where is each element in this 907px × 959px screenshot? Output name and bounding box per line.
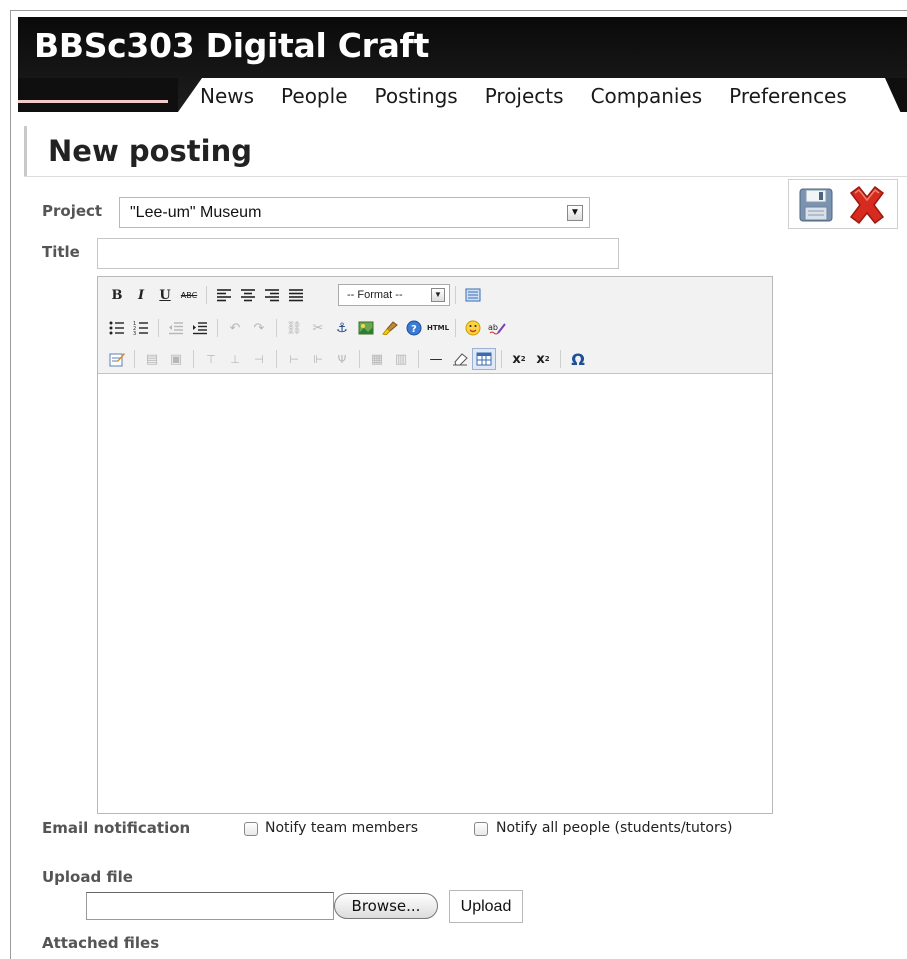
toolbar-separator — [158, 319, 159, 337]
nav-left-cap — [18, 78, 178, 112]
emoticon-icon[interactable] — [461, 317, 485, 339]
project-select-value: "Lee-um" Museum — [130, 204, 262, 221]
help-icon[interactable]: ? — [402, 317, 426, 339]
page-title: New posting — [48, 134, 252, 168]
editor-content-area[interactable] — [98, 374, 772, 813]
upload-file-label: Upload file — [42, 868, 133, 886]
toolbar-row-3: ▤ ▣ ⊤ ⊥ ⊣ ⊢ ⊩ Ψ ▦ ▥ — x2 x2 Ω — [105, 346, 590, 372]
toolbar-separator — [418, 350, 419, 368]
split-cells-icon[interactable]: ▦ — [365, 348, 389, 370]
numbered-list-icon[interactable]: 123 — [129, 317, 153, 339]
unlink-icon[interactable]: ✂ — [306, 317, 330, 339]
insert-table-icon[interactable] — [472, 348, 496, 370]
italic-icon[interactable]: I — [129, 284, 153, 306]
nav-companies[interactable]: Companies — [591, 84, 703, 108]
upload-button[interactable]: Upload — [449, 890, 523, 923]
toolbar-row-1: B I U ABC -- Format -- ▼ — [105, 282, 485, 308]
save-icon[interactable] — [799, 188, 833, 222]
format-select[interactable]: -- Format -- ▼ — [338, 284, 450, 306]
nav-preferences[interactable]: Preferences — [729, 84, 847, 108]
cell-props-icon[interactable]: ▣ — [164, 348, 188, 370]
main-nav: News People Postings Projects Companies … — [200, 84, 874, 108]
svg-text:ab: ab — [488, 323, 498, 332]
nav-news[interactable]: News — [200, 84, 254, 108]
eraser-icon[interactable] — [448, 348, 472, 370]
rich-text-editor: B I U ABC -- Format -- ▼ 1 2 3 ↶ ↷ ⛓ ✂ ⚓… — [97, 276, 773, 814]
image-icon[interactable] — [354, 317, 378, 339]
toolbar-separator — [359, 350, 360, 368]
toolbar-separator — [134, 350, 135, 368]
title-label: Title — [42, 243, 80, 261]
notify-all-checkbox[interactable] — [474, 822, 488, 836]
action-buttons — [788, 179, 898, 229]
subscript-icon[interactable]: x2 — [507, 348, 531, 370]
toolbar-separator — [206, 286, 207, 304]
notify-all-label: Notify all people (students/tutors) — [496, 820, 733, 836]
nav-postings[interactable]: Postings — [375, 84, 458, 108]
page-title-bar: New posting — [24, 126, 252, 176]
file-path-input[interactable] — [86, 892, 334, 920]
browse-button[interactable]: Browse... — [334, 893, 438, 919]
align-center-icon[interactable] — [236, 284, 260, 306]
delete-col-icon[interactable]: Ψ — [330, 348, 354, 370]
toolbar-separator — [193, 350, 194, 368]
toolbar-separator — [217, 319, 218, 337]
outdent-icon[interactable] — [164, 317, 188, 339]
align-left-icon[interactable] — [212, 284, 236, 306]
redo-icon[interactable]: ↷ — [247, 317, 271, 339]
horizontal-rule-icon[interactable]: — — [424, 348, 448, 370]
cancel-x-icon[interactable] — [845, 185, 889, 225]
indent-icon[interactable] — [188, 317, 212, 339]
align-justify-icon[interactable] — [284, 284, 308, 306]
chevron-down-icon: ▼ — [431, 288, 445, 302]
toolbar-row-2: 123 ↶ ↷ ⛓ ✂ ⚓ ? HTML ab — [105, 315, 509, 341]
insert-row-before-icon[interactable]: ⊤ — [199, 348, 223, 370]
toolbar-separator — [276, 319, 277, 337]
project-label: Project — [42, 202, 103, 220]
notify-team-label: Notify team members — [265, 820, 419, 836]
toolbar-separator — [560, 350, 561, 368]
attached-files-label: Attached files — [42, 934, 160, 952]
toolbar-separator — [455, 319, 456, 337]
row-props-icon[interactable]: ▤ — [140, 348, 164, 370]
merge-cells-icon[interactable]: ▥ — [389, 348, 413, 370]
toolbar-separator — [501, 350, 502, 368]
delete-row-icon[interactable]: ⊣ — [247, 348, 271, 370]
html-source-icon[interactable]: HTML — [426, 317, 450, 339]
anchor-icon[interactable]: ⚓ — [330, 317, 354, 339]
site-title[interactable]: BBSc303 Digital Craft — [34, 26, 429, 65]
chevron-down-icon: ▼ — [567, 205, 583, 221]
email-notification-label: Email notification — [42, 819, 191, 837]
format-select-value: -- Format -- — [347, 289, 403, 301]
insert-col-before-icon[interactable]: ⊢ — [282, 348, 306, 370]
title-input[interactable] — [97, 238, 619, 269]
strikethrough-icon[interactable]: ABC — [177, 284, 201, 306]
bullet-list-icon[interactable] — [105, 317, 129, 339]
cleanup-brush-icon[interactable] — [378, 317, 402, 339]
nav-people[interactable]: People — [281, 84, 347, 108]
special-char-omega-icon[interactable]: Ω — [566, 348, 590, 370]
project-select[interactable]: "Lee-um" Museum ▼ — [119, 197, 590, 228]
nav-projects[interactable]: Projects — [485, 84, 564, 108]
align-right-icon[interactable] — [260, 284, 284, 306]
superscript-icon[interactable]: x2 — [531, 348, 555, 370]
notify-team-checkbox[interactable] — [244, 822, 258, 836]
spellcheck-icon[interactable]: ab — [485, 317, 509, 339]
code-view-icon[interactable] — [461, 284, 485, 306]
toolbar-separator — [276, 350, 277, 368]
link-icon[interactable]: ⛓ — [282, 317, 306, 339]
bold-icon[interactable]: B — [105, 284, 129, 306]
edit-attributes-icon[interactable] — [105, 348, 129, 370]
undo-icon[interactable]: ↶ — [223, 317, 247, 339]
underline-icon[interactable]: U — [153, 284, 177, 306]
title-divider — [24, 176, 907, 177]
svg-text:3: 3 — [133, 331, 136, 335]
editor-toolbar: B I U ABC -- Format -- ▼ 1 2 3 ↶ ↷ ⛓ ✂ ⚓… — [98, 277, 772, 374]
svg-text:?: ? — [411, 324, 417, 335]
insert-row-after-icon[interactable]: ⊥ — [223, 348, 247, 370]
toolbar-separator — [455, 286, 456, 304]
insert-col-after-icon[interactable]: ⊩ — [306, 348, 330, 370]
